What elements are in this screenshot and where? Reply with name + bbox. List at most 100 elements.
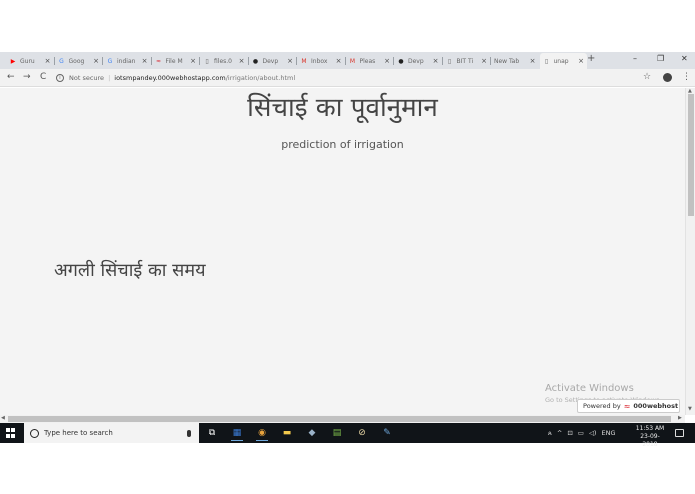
- tab-close-icon[interactable]: ×: [44, 57, 52, 65]
- tab-11[interactable]: New Tab ×: [491, 53, 539, 69]
- store-icon[interactable]: ▦: [229, 425, 245, 441]
- tab-close-icon[interactable]: ×: [335, 57, 343, 65]
- file-manager-icon: ≈: [155, 57, 162, 65]
- volume-icon[interactable]: ◁): [589, 429, 597, 437]
- tab-2[interactable]: G Goog ×: [55, 53, 103, 69]
- tab-10[interactable]: ▯ BIT Ti ×: [443, 53, 491, 69]
- tab-title: Guru: [20, 57, 35, 65]
- profile-avatar-icon[interactable]: [663, 73, 672, 82]
- microphone-icon[interactable]: [187, 429, 191, 437]
- tab-separator: [102, 57, 103, 65]
- close-window-button[interactable]: ✕: [681, 54, 688, 63]
- windows-logo-icon: [11, 428, 15, 432]
- maximize-button[interactable]: ❐: [657, 54, 664, 63]
- tab-separator: [393, 57, 394, 65]
- tab-title: Devp: [262, 57, 279, 65]
- tab-close-icon[interactable]: ×: [92, 57, 100, 65]
- scroll-right-icon[interactable]: ▶: [678, 415, 682, 421]
- page-subtitle: prediction of irrigation: [281, 138, 404, 151]
- gmail-icon: M: [349, 57, 356, 65]
- vertical-scrollbar[interactable]: ▲ ▼: [685, 88, 695, 415]
- bookmark-star-icon[interactable]: ☆: [643, 72, 651, 82]
- tab-3[interactable]: Gindian ×: [103, 53, 151, 69]
- tab-separator: [150, 57, 152, 65]
- tab-close-icon[interactable]: ×: [480, 57, 488, 65]
- people-icon[interactable]: ጰ: [548, 429, 552, 438]
- vertical-scroll-thumb[interactable]: [688, 94, 694, 216]
- start-button[interactable]: [6, 428, 16, 438]
- back-button[interactable]: ←: [7, 72, 15, 82]
- url-path: /irrigation/about.html: [225, 74, 296, 82]
- tab-separator: [490, 57, 491, 65]
- clock-time: 11:53 AM: [635, 425, 665, 432]
- tab-close-icon[interactable]: ×: [432, 57, 440, 65]
- notepad-icon[interactable]: ▤: [329, 425, 345, 441]
- url-divider: |: [108, 74, 111, 82]
- page-title: सिंचाई का पूर्वानुमान: [247, 93, 438, 123]
- youtube-icon: ▶: [10, 57, 16, 65]
- battery-icon[interactable]: ▭: [578, 429, 584, 437]
- file-explorer-icon[interactable]: ▬: [279, 425, 295, 441]
- tab-9[interactable]: ● Devp ×: [394, 53, 442, 69]
- notifications-icon[interactable]: [675, 429, 684, 437]
- next-irrigation-label: अगली सिंचाई का समय: [54, 260, 206, 281]
- tab-close-icon[interactable]: ×: [529, 57, 537, 65]
- taskbar-search-input[interactable]: Type here to search: [24, 423, 199, 443]
- tab-separator: [296, 57, 297, 65]
- reload-button[interactable]: C: [40, 72, 46, 82]
- search-placeholder: Type here to search: [44, 429, 113, 437]
- tab-7[interactable]: M Inbox ×: [297, 53, 345, 69]
- tab-close-icon[interactable]: ×: [286, 57, 294, 65]
- tab-title: Devp: [408, 57, 424, 65]
- tab-close-icon[interactable]: ×: [577, 57, 585, 65]
- tab-12[interactable]: ▯ unap ×: [539, 53, 587, 69]
- blocked-app-icon[interactable]: ⊘: [354, 425, 370, 441]
- info-icon[interactable]: i: [56, 74, 64, 82]
- browser-menu-icon[interactable]: ⋮: [682, 72, 691, 82]
- edit-app-icon[interactable]: ✎: [379, 425, 395, 441]
- language-indicator[interactable]: ENG: [601, 429, 615, 437]
- tab-title: files.0: [214, 57, 232, 65]
- clock-date: 23-09-2018: [640, 433, 660, 448]
- windows-logo-icon: [11, 433, 15, 438]
- tab-title: indian: [117, 57, 136, 65]
- tab-close-icon[interactable]: ×: [141, 57, 149, 65]
- tab-title: File M: [165, 57, 183, 65]
- page-icon: ▯: [205, 57, 209, 65]
- url-host: iotsmpandey.000webhostapp.com: [114, 74, 226, 82]
- tab-title: New Tab: [494, 57, 520, 65]
- github-icon: ●: [252, 57, 259, 65]
- address-bar[interactable]: i Not secure | iotsmpandey.000webhostapp…: [56, 71, 656, 85]
- tab-5[interactable]: ▯ files.0 ×: [200, 53, 248, 69]
- minimize-button[interactable]: –: [633, 54, 637, 63]
- network-icon[interactable]: ⊡: [567, 429, 572, 437]
- horizontal-scroll-thumb[interactable]: [8, 416, 671, 422]
- tab-close-icon[interactable]: ×: [189, 57, 197, 65]
- tab-4[interactable]: ≈ File M ×: [152, 53, 200, 69]
- tab-title: Inbox: [311, 57, 328, 65]
- task-view-icon[interactable]: ⧉: [204, 425, 220, 441]
- chrome-icon[interactable]: ◉: [254, 425, 270, 441]
- tab-8[interactable]: M Pleas ×: [346, 53, 394, 69]
- tab-6[interactable]: ● Devp ×: [249, 53, 297, 69]
- page-viewport: सिंचाई का पूर्वानुमान prediction of irri…: [0, 88, 685, 415]
- powered-by-badge[interactable]: Powered by ≈ 000webhost: [577, 399, 680, 413]
- chevron-up-icon[interactable]: ^: [557, 429, 562, 437]
- tab-title: Pleas: [359, 57, 376, 65]
- forward-button[interactable]: →: [23, 72, 31, 82]
- scroll-down-icon[interactable]: ▼: [688, 406, 692, 412]
- activate-windows-title: Activate Windows: [545, 383, 634, 394]
- tab-close-icon[interactable]: ×: [383, 57, 391, 65]
- system-tray: ጰ ^ ⊡ ▭ ◁) ENG: [548, 423, 621, 443]
- google-translate-icon: G: [59, 57, 64, 65]
- scroll-left-icon[interactable]: ◀: [1, 415, 5, 421]
- tab-1[interactable]: ▶ Guru ×: [6, 53, 54, 69]
- app-icon[interactable]: ◆: [304, 425, 320, 441]
- tab-title: Goog: [68, 57, 85, 65]
- webhost-logo-icon: ≈: [623, 401, 631, 411]
- horizontal-scrollbar[interactable]: ◀ ▶: [0, 415, 685, 423]
- google-icon: G: [107, 57, 113, 65]
- taskbar-clock[interactable]: 11:53 AM 23-09-2018: [633, 425, 667, 449]
- tab-close-icon[interactable]: ×: [238, 57, 246, 65]
- new-tab-button[interactable]: +: [587, 53, 595, 64]
